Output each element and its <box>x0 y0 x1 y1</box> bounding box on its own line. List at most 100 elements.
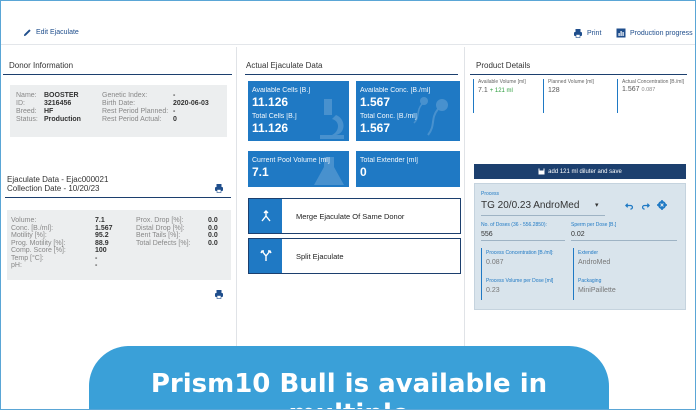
doses-input[interactable]: 556 <box>481 231 493 238</box>
total-extender-tile: Total Extender [ml] 0 <box>356 151 460 187</box>
product-section-title: Product Details <box>470 47 687 75</box>
planned-volume-label: Planned Volume [ml] <box>548 79 594 85</box>
motility-value: 95.2 <box>95 232 109 239</box>
merge-icon <box>249 199 282 233</box>
comp-score-value: 100 <box>95 247 107 254</box>
available-volume-delta: + 121 ml <box>489 88 513 94</box>
actual-section-title: Actual Ejaculate Data <box>245 47 458 75</box>
sperm-per-dose-underline <box>571 240 677 241</box>
genetic-index-value: - <box>173 92 176 99</box>
temp-label: Temp [°C]: <box>11 254 44 262</box>
current-pool-value: 7.1 <box>252 165 269 179</box>
birth-date-label: Birth Date: <box>102 100 136 107</box>
process-label: Process <box>481 191 500 197</box>
extender-label: Extender <box>578 250 599 256</box>
total-conc-label: Total Conc. [B./ml] <box>360 113 417 120</box>
progress-chart-icon <box>616 28 626 38</box>
donor-name-label: Name: <box>16 92 37 99</box>
total-defects-label: Total Defects [%]: <box>136 239 191 247</box>
ejaculate-data-title: Ejaculate Data - Ejac000021 Collection D… <box>7 175 108 193</box>
printer-icon <box>574 29 582 38</box>
production-progress-label: Production progress <box>630 29 693 37</box>
genetic-index-label: Genetic Index: <box>102 92 148 99</box>
total-extender-value: 0 <box>360 165 367 179</box>
available-volume-cell: Available Volume [ml] 7.1 + 121 ml <box>473 79 539 113</box>
process-detail-border <box>481 248 482 300</box>
print-ejaculate-icon[interactable] <box>214 183 224 193</box>
prog-motility-value: 88.9 <box>95 239 109 247</box>
promo-banner: Prism10 Bull is available in multiple <box>89 346 609 409</box>
collection-date-line: Collection Date - 10/20/23 <box>7 184 100 193</box>
process-panel: Process TG 20/0.23 AndroMed ▾ No. of Dos… <box>474 183 686 310</box>
redo-icon[interactable] <box>641 201 650 210</box>
extender-detail-border <box>573 248 574 300</box>
edit-ejaculate-link[interactable]: Edit Ejaculate <box>23 28 79 37</box>
extender-value: AndroMed <box>578 259 611 266</box>
merge-button-label: Merge Ejaculate Of Same Donor <box>296 211 405 221</box>
ejaculate-data-box: Volume: 7.1 Conc. [B./ml]: 1.567 Motilit… <box>7 210 231 280</box>
distal-drop-value: 0.0 <box>208 224 218 232</box>
gear-icon[interactable] <box>657 200 667 210</box>
packaging-value: MiniPaillette <box>578 287 616 294</box>
ejaculate-id-line: Ejaculate Data - Ejac000021 <box>7 175 109 184</box>
birth-date-value: 2020-06-03 <box>173 100 209 107</box>
donor-section-title: Donor Information <box>3 47 232 75</box>
print-details-icon[interactable] <box>214 289 224 299</box>
merge-ejaculate-button[interactable]: Merge Ejaculate Of Same Donor <box>248 198 461 234</box>
available-cells-label: Available Cells [B.] <box>252 87 311 94</box>
product-summary-row: Available Volume [ml] 7.1 + 121 ml Plann… <box>473 79 691 115</box>
microscope-icon <box>320 99 344 139</box>
actual-conc-sub: 0.087 <box>641 87 656 93</box>
add-diluter-button[interactable]: add 121 ml diluter and save <box>474 164 686 179</box>
available-conc-label: Available Conc. [B./ml] <box>360 87 431 94</box>
process-conc-label: Process Concentration [B./ml]: <box>486 250 554 256</box>
available-volume-display: 7.1 + 121 ml <box>478 87 539 94</box>
total-cells-label: Total Cells [B.] <box>252 113 297 120</box>
total-defects-value: 0.0 <box>208 239 218 247</box>
actual-conc-display: 1.567 0.087 <box>622 86 689 93</box>
current-pool-tile: Current Pool Volume [ml] 7.1 <box>248 151 349 187</box>
process-dropdown-icon[interactable]: ▾ <box>595 201 599 209</box>
available-conc-tile: Available Conc. [B./ml] 1.567 Total Conc… <box>356 81 460 141</box>
process-volume-value: 0.23 <box>486 287 500 294</box>
volume-label: Volume: <box>11 217 37 224</box>
donor-breed-label: Breed: <box>16 108 37 115</box>
actual-conc-label: Actual Concentration [B./ml] <box>622 79 684 85</box>
donor-id-value: 3216456 <box>44 100 72 107</box>
split-ejaculate-button[interactable]: Split Ejaculate <box>248 238 461 274</box>
split-icon <box>249 239 282 273</box>
print-button[interactable]: Print <box>573 28 601 38</box>
process-select[interactable]: TG 20/0.23 AndroMed <box>481 200 579 211</box>
save-icon <box>538 168 545 175</box>
doses-label: No. of Doses (36 - 556.2850): <box>481 222 547 228</box>
rest-actual-value: 0 <box>173 116 177 123</box>
rest-planned-label: Rest Period Planned: <box>102 108 169 115</box>
process-conc-value: 0.087 <box>486 259 504 266</box>
add-diluter-label: add 121 ml diluter and save <box>548 168 622 175</box>
app-frame: Edit Ejaculate Print Production progress… <box>0 0 696 410</box>
donor-name-value: BOOSTER <box>44 92 79 99</box>
process-volume-label: Process Volume per Dose [ml] <box>486 278 554 284</box>
volume-value: 7.1 <box>95 217 105 224</box>
process-underline <box>481 215 605 216</box>
motility-label: Motility [%]: <box>11 232 47 239</box>
prox-drop-label: Prox. Drop [%]: <box>136 217 184 224</box>
conc-label: Conc. [B./ml]: <box>11 224 54 232</box>
total-extender-label: Total Extender [ml] <box>360 157 418 164</box>
donor-breed-value: HF <box>44 108 54 115</box>
available-cells-tile: Available Cells [B.] 11.126 Total Cells … <box>248 81 349 141</box>
top-toolbar: Edit Ejaculate Print Production progress <box>1 1 695 45</box>
undo-icon[interactable] <box>625 201 634 210</box>
prog-motility-label: Prog. Motility [%]: <box>11 239 66 247</box>
donor-status-label: Status: <box>16 116 38 123</box>
ejaculate-divider <box>5 197 231 198</box>
donor-info-box: Name: BOOSTER ID: 3216456 Breed: HF Stat… <box>10 85 227 137</box>
temp-value: - <box>95 254 98 262</box>
total-cells-value: 11.126 <box>252 121 289 135</box>
donor-id-label: ID: <box>16 100 25 107</box>
sperm-per-dose-input[interactable]: 0.02 <box>571 231 585 238</box>
rest-actual-label: Rest Period Actual: <box>102 116 162 123</box>
split-button-label: Split Ejaculate <box>296 251 344 261</box>
packaging-label: Packaging <box>578 278 602 284</box>
production-progress-button[interactable]: Production progress <box>616 28 693 38</box>
